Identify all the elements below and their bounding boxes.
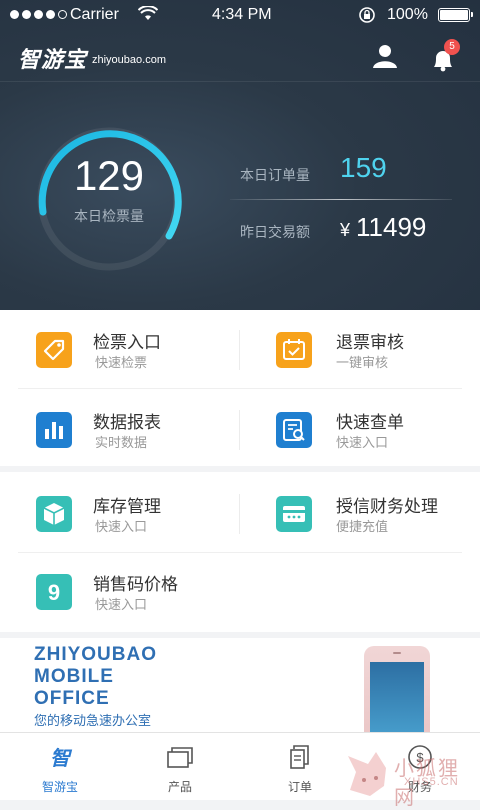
svg-text:智: 智 (50, 746, 73, 770)
menu-inventory[interactable]: 库存管理 快速入口 (0, 474, 240, 552)
status-bar: Carrier 4:34 PM 100% (0, 0, 480, 30)
svg-text:9: 9 (48, 580, 60, 605)
notifications-button[interactable]: 5 (430, 39, 462, 72)
home-logo-icon: 智 (50, 746, 73, 770)
notification-badge: 5 (444, 39, 460, 55)
menu-subtitle: 便捷充值 (336, 520, 389, 535)
yesterday-amount-label: 昨日交易额 (240, 225, 310, 241)
checked-tickets-value: 129 (73, 152, 145, 199)
stats-divider (230, 199, 452, 200)
battery-icon (438, 8, 473, 22)
clock: 4:34 PM (212, 6, 272, 23)
tag-icon (36, 332, 72, 368)
nine-icon: 9 (36, 574, 72, 610)
user-icon[interactable] (372, 44, 398, 68)
quick-actions-secondary: 库存管理 快速入口 授信财务处理 便捷充值 9 销售码价格 快速入口 (0, 472, 480, 632)
cards-icon (167, 747, 193, 768)
menu-title: 快速查单 (336, 413, 404, 433)
orders-today-label: 本日订单量 (240, 168, 310, 184)
menu-subtitle: 快速入口 (336, 436, 389, 451)
menu-subtitle: 实时数据 (95, 436, 148, 451)
rotation-lock-icon (359, 7, 375, 23)
menu-title: 授信财务处理 (336, 497, 438, 517)
menu-refund-review[interactable]: 退票审核 一键审核 (240, 310, 480, 388)
menu-order-lookup[interactable]: 快速查单 快速入口 (240, 390, 480, 468)
menu-title: 检票入口 (93, 333, 161, 353)
divider (18, 388, 462, 389)
phone-illustration (364, 646, 430, 732)
tab-products[interactable]: 产品 (120, 733, 240, 801)
menu-subtitle: 一键审核 (336, 356, 389, 371)
app-header: 智游宝 zhiyoubao.com 5 (0, 38, 480, 82)
battery-percent: 100% (387, 6, 428, 23)
tab-home[interactable]: 智 智游宝 (0, 733, 120, 801)
banner-line-3: OFFICE (34, 688, 110, 709)
promo-banner[interactable]: ZHIYOUBAO MOBILE OFFICE 您的移动急速办公室 (0, 638, 480, 732)
copy-icon (290, 745, 309, 769)
currency-symbol: ¥ (340, 220, 351, 240)
menu-data-report[interactable]: 数据报表 实时数据 (0, 390, 240, 468)
tab-label: 订单 (287, 780, 312, 794)
carrier-label: Carrier (70, 6, 119, 23)
yesterday-amount-value: ¥11499 (340, 212, 426, 243)
menu-credit-finance[interactable]: 授信财务处理 便捷充值 (240, 474, 480, 552)
search-document-icon (276, 412, 312, 448)
menu-sales-code-price[interactable]: 9 销售码价格 快速入口 (0, 552, 240, 630)
app-logo: 智游宝 (18, 48, 88, 73)
menu-subtitle: 快速入口 (95, 598, 148, 613)
orders-today-value: 159 (340, 152, 387, 183)
checked-tickets-label: 本日检票量 (74, 209, 144, 225)
tab-orders[interactable]: 订单 (240, 733, 360, 801)
banner-subtitle: 您的移动急速办公室 (34, 714, 152, 729)
menu-title: 销售码价格 (93, 575, 178, 595)
bar-chart-icon (36, 412, 72, 448)
signal-icon (10, 10, 67, 19)
banner-line-1: ZHIYOUBAO (34, 644, 157, 665)
watermark-subtext: XHS5.CN (404, 776, 459, 788)
calendar-check-icon (276, 332, 312, 368)
menu-ticket-check[interactable]: 检票入口 快速检票 (0, 310, 240, 388)
app-domain: zhiyoubao.com (92, 54, 166, 66)
amount-number: 11499 (356, 212, 427, 242)
menu-title: 退票审核 (336, 333, 404, 353)
menu-title: 数据报表 (93, 413, 161, 433)
quick-actions-primary: 检票入口 快速检票 退票审核 一键审核 数据报表 实时数据 快速查单 快速入口 (0, 310, 480, 466)
menu-subtitle: 快速检票 (95, 356, 148, 371)
wifi-icon (138, 6, 158, 20)
dashboard-header: Carrier 4:34 PM 100% 智游宝 zhiyoubao.com 5 (0, 0, 480, 310)
menu-subtitle: 快速入口 (95, 520, 148, 535)
box-icon (36, 496, 72, 532)
menu-title: 库存管理 (93, 497, 161, 517)
card-icon (276, 496, 312, 532)
tab-label: 智游宝 (41, 780, 78, 794)
tab-label: 产品 (167, 780, 192, 794)
banner-line-2: MOBILE (34, 666, 114, 687)
